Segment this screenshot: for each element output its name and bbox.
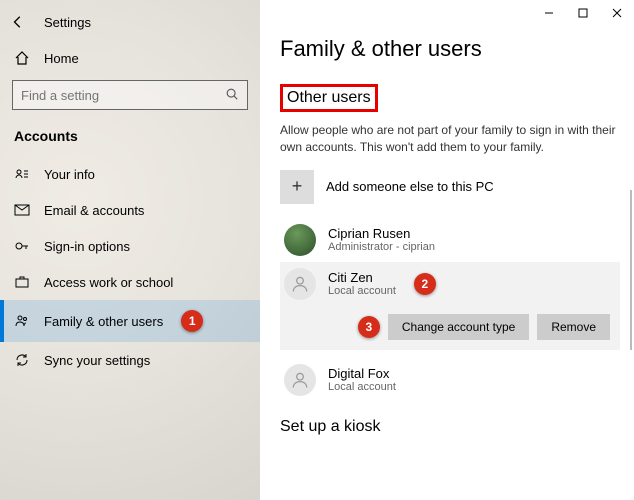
sidebar-section-heading: Accounts <box>0 124 260 156</box>
user-name: Ciprian Rusen <box>328 226 441 241</box>
people-icon <box>14 313 30 329</box>
sidebar-item-work[interactable]: Access work or school <box>0 264 260 300</box>
back-icon[interactable] <box>10 14 26 30</box>
nav-label: Sign-in options <box>44 239 130 254</box>
close-icon[interactable] <box>610 6 624 20</box>
annotation-badge-2: 2 <box>414 273 436 295</box>
user-subtitle: Local account <box>328 381 396 393</box>
avatar <box>284 268 316 300</box>
search-box[interactable] <box>12 80 248 110</box>
nav-label: Access work or school <box>44 275 173 290</box>
briefcase-icon <box>14 274 30 290</box>
other-users-description: Allow people who are not part of your fa… <box>280 122 620 156</box>
user-row[interactable]: Ciprian Rusen Administrator - ciprian <box>280 218 620 262</box>
maximize-icon[interactable] <box>576 6 590 20</box>
user-row[interactable]: Digital Fox Local account <box>280 358 620 402</box>
search-input[interactable] <box>21 88 225 103</box>
mail-icon <box>14 202 30 218</box>
annotation-highlight-other-users: Other users <box>280 84 378 112</box>
nav-label: Your info <box>44 167 95 182</box>
remove-button[interactable]: Remove <box>537 314 610 340</box>
user-subtitle: Local account <box>328 285 396 297</box>
avatar <box>284 364 316 396</box>
other-users-heading: Other users <box>283 87 375 109</box>
sidebar-home[interactable]: Home <box>0 42 260 74</box>
annotation-badge-1: 1 <box>181 310 203 332</box>
sidebar-item-family[interactable]: Family & other users 1 <box>0 300 260 342</box>
sidebar-item-email[interactable]: Email & accounts <box>0 192 260 228</box>
key-icon <box>14 238 30 254</box>
add-someone-row[interactable]: + Add someone else to this PC <box>280 170 620 204</box>
user-row-selected[interactable]: Citi Zen Local account 2 3 Change accoun… <box>280 262 620 350</box>
main-content: Family & other users Other users Allow p… <box>260 0 634 500</box>
user-name: Digital Fox <box>328 366 396 381</box>
home-icon <box>14 50 30 66</box>
scrollbar[interactable] <box>630 190 632 350</box>
sidebar-item-your-info[interactable]: Your info <box>0 156 260 192</box>
change-account-type-button[interactable]: Change account type <box>388 314 529 340</box>
user-card-icon <box>14 166 30 182</box>
annotation-badge-3: 3 <box>358 316 380 338</box>
sidebar-item-signin[interactable]: Sign-in options <box>0 228 260 264</box>
avatar <box>284 224 316 256</box>
plus-icon: + <box>280 170 314 204</box>
nav-label: Email & accounts <box>44 203 144 218</box>
user-subtitle: Administrator - ciprian <box>328 241 441 253</box>
search-icon <box>225 87 239 104</box>
nav-label: Sync your settings <box>44 353 150 368</box>
minimize-icon[interactable] <box>542 6 556 20</box>
settings-title: Settings <box>44 15 91 30</box>
add-someone-label: Add someone else to this PC <box>326 179 494 194</box>
user-name: Citi Zen <box>328 270 396 285</box>
sidebar-item-sync[interactable]: Sync your settings <box>0 342 260 378</box>
home-label: Home <box>44 51 79 66</box>
kiosk-heading: Set up a kiosk <box>280 418 620 436</box>
sidebar: Settings Home Accounts Your info E <box>0 0 260 500</box>
page-title: Family & other users <box>280 36 620 62</box>
sync-icon <box>14 352 30 368</box>
nav-label: Family & other users <box>44 314 163 329</box>
